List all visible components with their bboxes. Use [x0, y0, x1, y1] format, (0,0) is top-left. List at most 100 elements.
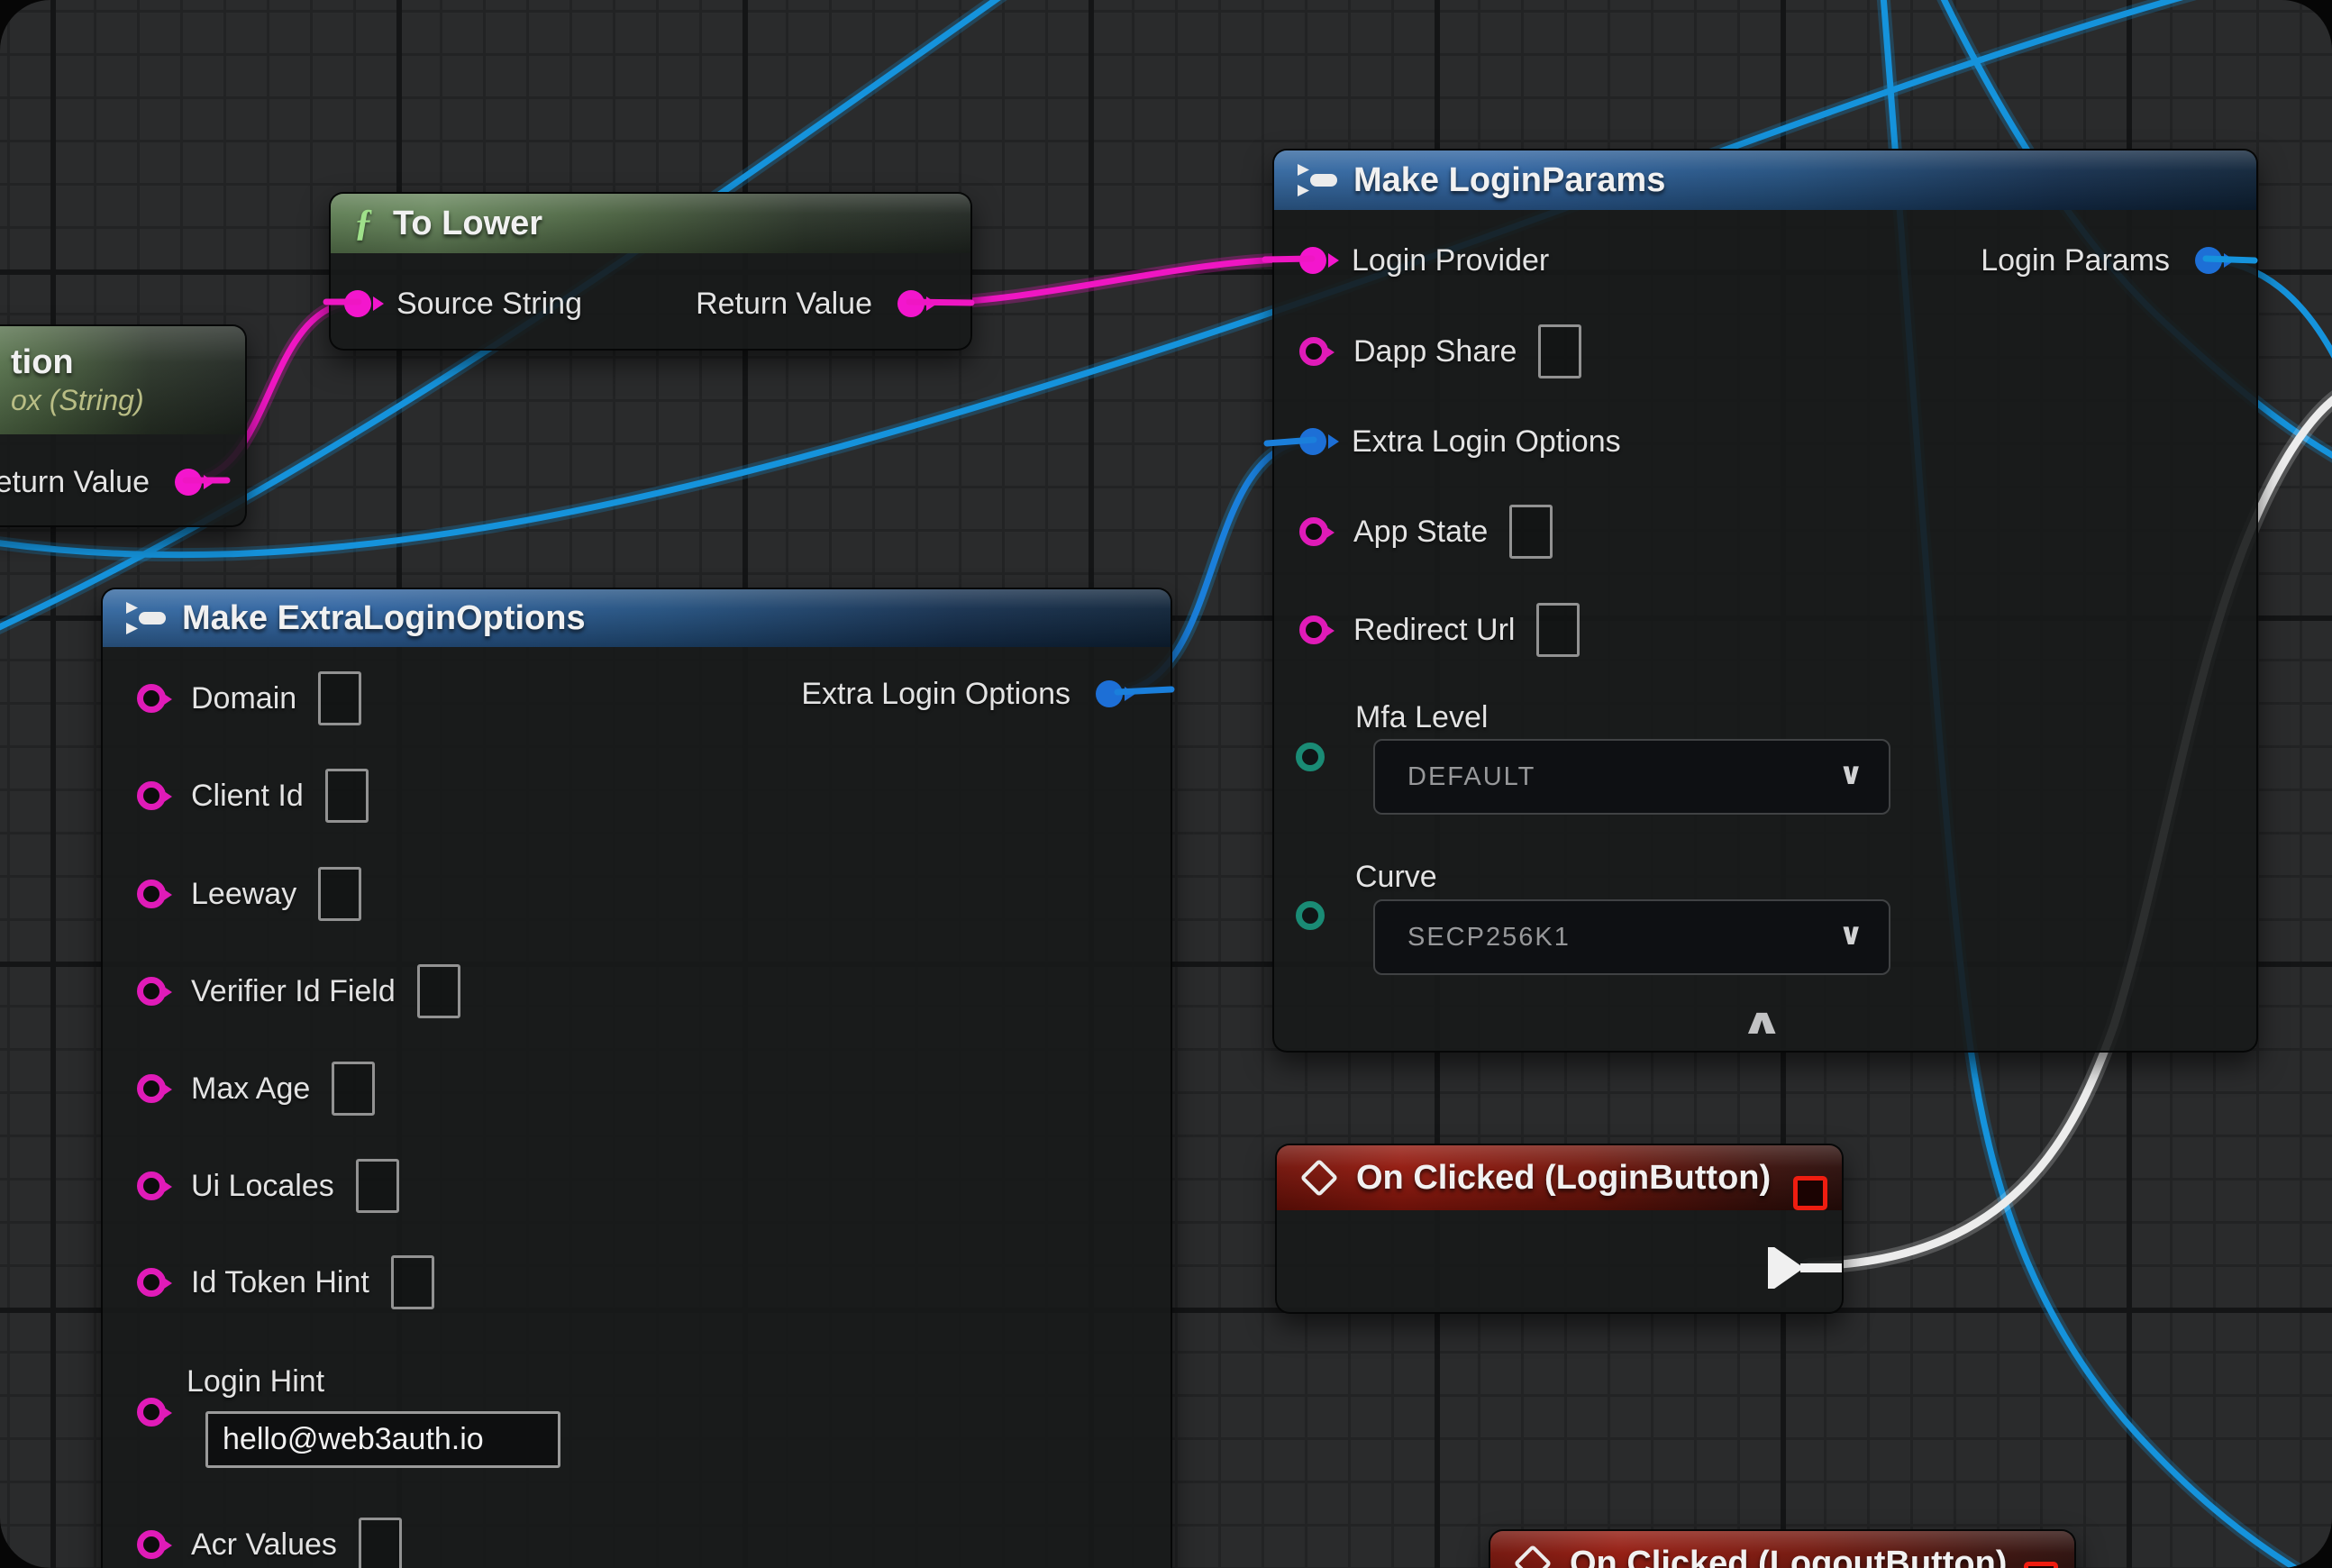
pin-label-dapp-share: Dapp Share — [1353, 334, 1517, 369]
make-struct-icon — [1296, 161, 1341, 199]
input-pin-client-id[interactable] — [137, 781, 166, 810]
pin-label-login-provider: Login Provider — [1352, 243, 1549, 278]
redirect-url-value-box[interactable] — [1536, 603, 1580, 657]
node-to-lower[interactable]: ƒ To Lower Source String Return Value — [329, 192, 972, 351]
node-title-make-loginparams: Make LoginParams — [1341, 161, 1665, 200]
input-pin-dapp-share[interactable] — [1299, 337, 1328, 366]
pin-row-source-string: Source String — [344, 275, 582, 333]
pin-label-ui-locales: Ui Locales — [191, 1169, 334, 1204]
pin-label-leeway: Leeway — [191, 877, 296, 912]
login-hint-text-input[interactable]: hello@web3auth.io — [205, 1411, 560, 1468]
pure-function-icon: ƒ — [331, 202, 373, 245]
leeway-value-box[interactable] — [318, 867, 361, 921]
node-make-login-params[interactable]: Make LoginParams Login Provider Dapp Sha… — [1272, 149, 2258, 1053]
pin-label-redirect-url: Redirect Url — [1353, 613, 1515, 648]
dapp-share-value-box[interactable] — [1538, 324, 1581, 378]
pin-label-login-params-out: Login Params — [1981, 243, 2170, 278]
mfa-level-label: Mfa Level — [1355, 700, 1488, 735]
input-pin-verifier-id-field[interactable] — [137, 977, 166, 1006]
input-pin-login-hint[interactable] — [137, 1398, 166, 1427]
acr-values-value-box[interactable] — [359, 1518, 402, 1568]
pin-row-curve — [1296, 887, 1325, 944]
input-pin-source-string[interactable] — [344, 290, 371, 317]
dropdown-chevron-icon: ∨ — [1838, 916, 1863, 953]
node-on-clicked-logoutbutton[interactable]: On Clicked (LogoutButton) — [1489, 1529, 2076, 1568]
pin-label-extra-login-options-out: Extra Login Options — [801, 677, 1070, 712]
input-pin-extra-login-options[interactable] — [1299, 428, 1326, 455]
pin-row-login-hint — [137, 1383, 166, 1441]
curve-label: Curve — [1355, 860, 1437, 895]
pin-row-acr-values: Acr Values — [137, 1516, 402, 1568]
exec-wire-stub — [1800, 1263, 1842, 1272]
make-struct-icon — [124, 599, 169, 637]
input-pin-id-token-hint[interactable] — [137, 1268, 166, 1297]
node-title-make-extraloginoptions: Make ExtraLoginOptions — [169, 599, 586, 638]
input-pin-mfa-level[interactable] — [1296, 743, 1325, 771]
pin-row-redirect-url: Redirect Url — [1299, 601, 1580, 659]
pin-row-app-state: App State — [1299, 503, 1553, 561]
output-pin-login-params[interactable] — [2195, 247, 2222, 274]
pin-row-verifier-id-field: Verifier Id Field — [137, 962, 460, 1020]
curve-selected-value: SECP256K1 — [1375, 923, 1571, 953]
input-pin-max-age[interactable] — [137, 1074, 166, 1103]
node-make-extra-login-options[interactable]: Make ExtraLoginOptions Domain Client Id … — [101, 588, 1172, 1568]
pin-row-client-id: Client Id — [137, 767, 369, 825]
output-pin-return-value[interactable] — [175, 469, 202, 496]
verifier-id-field-value-box[interactable] — [417, 964, 460, 1018]
curve-dropdown[interactable]: SECP256K1 ∨ — [1373, 899, 1890, 975]
pin-row-ui-locales: Ui Locales — [137, 1157, 399, 1215]
pin-label-max-age: Max Age — [191, 1071, 310, 1107]
pin-row-extra-login-options-out: Extra Login Options — [801, 665, 1123, 723]
pin-label-source-string: Source String — [396, 287, 582, 322]
input-pin-leeway[interactable] — [137, 880, 166, 908]
id-token-hint-value-box[interactable] — [391, 1255, 434, 1309]
node-partial-function[interactable]: tion ox (String) Return Value — [0, 324, 247, 527]
node-title-on-clicked-logoutbutton: On Clicked (LogoutButton) — [1546, 1545, 2007, 1568]
input-pin-domain[interactable] — [137, 684, 166, 713]
delegate-output-pin[interactable] — [2024, 1562, 2058, 1568]
delegate-output-pin[interactable] — [1793, 1176, 1827, 1210]
client-id-value-box[interactable] — [325, 769, 369, 823]
node-title-fragment: tion — [11, 343, 144, 382]
pin-label-return-value: Return Value — [0, 465, 150, 500]
input-pin-acr-values[interactable] — [137, 1530, 166, 1559]
pin-row-domain: Domain — [137, 670, 361, 727]
node-title-on-clicked-loginbutton: On Clicked (LoginButton) — [1333, 1159, 1771, 1198]
pin-label-login-hint: Login Hint — [187, 1364, 324, 1399]
pin-label-app-state: App State — [1353, 515, 1488, 550]
node-on-clicked-loginbutton[interactable]: On Clicked (LoginButton) — [1275, 1144, 1844, 1314]
pin-row-dapp-share: Dapp Share — [1299, 323, 1581, 380]
pin-row-mfa-level — [1296, 728, 1325, 786]
app-state-value-box[interactable] — [1509, 505, 1553, 559]
input-pin-login-provider[interactable] — [1299, 247, 1326, 274]
pin-label-domain: Domain — [191, 681, 296, 716]
pin-row-leeway: Leeway — [137, 865, 361, 923]
blueprint-graph-canvas[interactable]: tion ox (String) Return Value ƒ To Lower… — [0, 0, 2332, 1568]
node-subtitle-fragment: ox (String) — [11, 384, 144, 417]
input-pin-app-state[interactable] — [1299, 517, 1328, 546]
exec-output-pin[interactable] — [1768, 1247, 1804, 1289]
mfa-level-selected-value: DEFAULT — [1375, 762, 1535, 792]
node-title-to-lower: To Lower — [373, 205, 542, 243]
output-pin-extra-login-options[interactable] — [1096, 680, 1123, 707]
blueprint-editor-screenshot: tion ox (String) Return Value ƒ To Lower… — [0, 0, 2332, 1568]
max-age-value-box[interactable] — [332, 1062, 375, 1116]
output-pin-return-value[interactable] — [897, 290, 925, 317]
pin-label-extra-login-options-in: Extra Login Options — [1352, 424, 1621, 460]
pin-label-client-id: Client Id — [191, 779, 304, 814]
collapse-advanced-chevron-icon[interactable]: ∧ — [1740, 1001, 1784, 1043]
dropdown-chevron-icon: ∨ — [1838, 756, 1863, 792]
input-pin-ui-locales[interactable] — [137, 1171, 166, 1200]
input-pin-redirect-url[interactable] — [1299, 615, 1328, 644]
login-hint-value: hello@web3auth.io — [223, 1422, 484, 1457]
pin-row-extra-login-options-in: Extra Login Options — [1299, 413, 1621, 470]
pin-label-verifier-id-field: Verifier Id Field — [191, 974, 396, 1009]
pin-row-login-params-out: Login Params — [1981, 232, 2222, 289]
ui-locales-value-box[interactable] — [356, 1159, 399, 1213]
mfa-level-dropdown[interactable]: DEFAULT ∨ — [1373, 739, 1890, 815]
pin-label-return-value: Return Value — [696, 287, 872, 322]
domain-value-box[interactable] — [318, 671, 361, 725]
pin-row-return-value: Return Value — [696, 275, 925, 333]
pin-row-id-token-hint: Id Token Hint — [137, 1253, 434, 1311]
input-pin-curve[interactable] — [1296, 901, 1325, 930]
